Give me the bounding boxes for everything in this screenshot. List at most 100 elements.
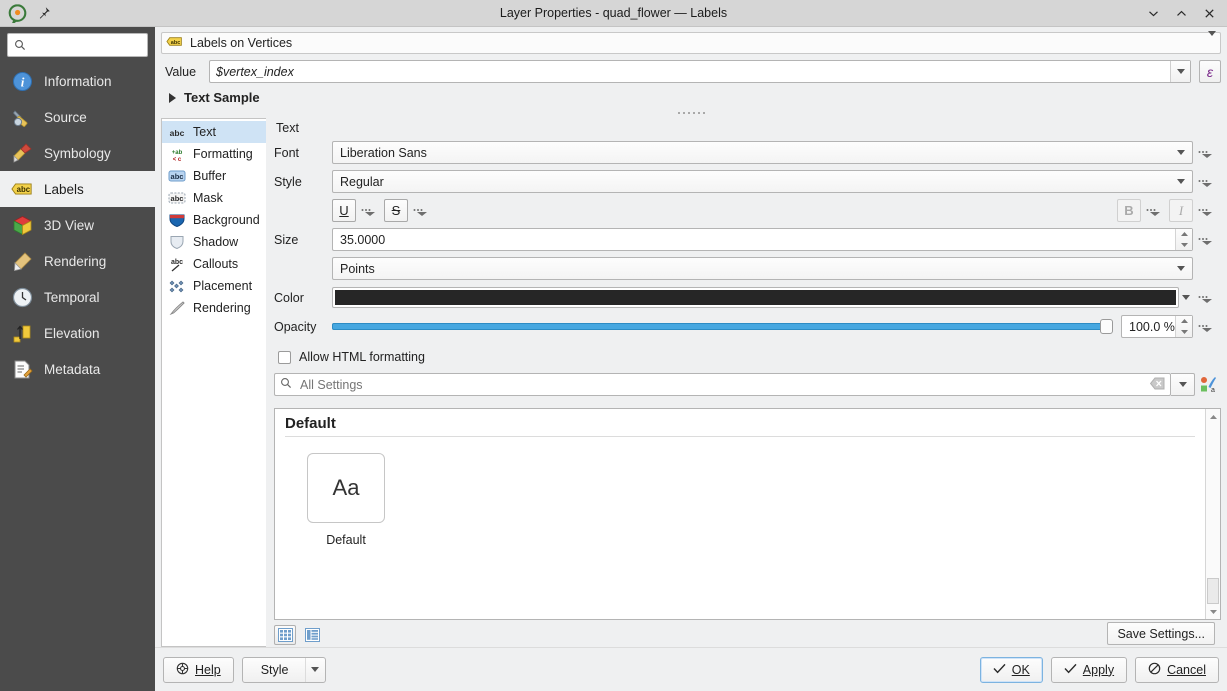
- cancel-button[interactable]: Cancel: [1135, 657, 1219, 683]
- style-search-input[interactable]: [298, 377, 1144, 393]
- maximize-button[interactable]: [1174, 6, 1188, 20]
- opacity-spin-arrows[interactable]: [1175, 316, 1192, 337]
- style-thumbnail-sample: Aa: [333, 475, 360, 501]
- splitter-handle[interactable]: [155, 108, 1227, 118]
- clear-text-icon[interactable]: [1150, 377, 1165, 392]
- text-sample-collapsible[interactable]: Text Sample: [155, 83, 1227, 108]
- grid-view-icon[interactable]: [274, 625, 296, 645]
- underline-button[interactable]: U: [332, 199, 356, 222]
- checkbox-icon[interactable]: [278, 351, 291, 364]
- sidebar-item-elevation[interactable]: Elevation: [0, 315, 155, 351]
- value-field[interactable]: $vertex_index: [209, 60, 1191, 83]
- chevron-down-icon[interactable]: [1208, 36, 1216, 50]
- italic-label: I: [1179, 203, 1183, 219]
- dialog-body: i Information Source: [0, 27, 1227, 691]
- style-filter-dropdown[interactable]: [1171, 373, 1195, 396]
- opacity-slider[interactable]: [332, 315, 1113, 338]
- tab-placement[interactable]: Placement: [162, 275, 266, 297]
- style-browser-panel: Default Aa Default: [274, 408, 1221, 620]
- chevron-down-icon[interactable]: [1170, 258, 1192, 279]
- minimize-button[interactable]: [1146, 6, 1160, 20]
- tab-text[interactable]: abc Text: [162, 121, 266, 143]
- scroll-thumb[interactable]: [1207, 578, 1219, 604]
- style-manager-icon[interactable]: a: [1195, 376, 1221, 393]
- underline-override-button[interactable]: [356, 205, 384, 217]
- style-select[interactable]: Regular: [332, 170, 1193, 193]
- color-button[interactable]: [332, 287, 1179, 308]
- sidebar-item-labels[interactable]: abc Labels: [0, 171, 155, 207]
- size-stepper[interactable]: 35.0000: [332, 228, 1193, 251]
- font-select[interactable]: Liberation Sans: [332, 141, 1193, 164]
- spin-up-icon[interactable]: [1176, 316, 1192, 327]
- svg-text:< c: < c: [173, 157, 182, 162]
- labeling-mode-header[interactable]: abc Labels on Vertices: [161, 32, 1221, 54]
- opacity-stepper[interactable]: 100.0 %: [1121, 315, 1193, 338]
- tab-formatting[interactable]: +ab < c Formatting: [162, 143, 266, 165]
- opacity-override-button[interactable]: [1193, 321, 1221, 333]
- sidebar-item-rendering[interactable]: Rendering: [0, 243, 155, 279]
- tab-buffer[interactable]: abc Buffer: [162, 165, 266, 187]
- layer-properties-window: Layer Properties - quad_flower — Labels: [0, 0, 1227, 691]
- tab-mask[interactable]: abc Mask: [162, 187, 266, 209]
- sidebar-item-information[interactable]: i Information: [0, 63, 155, 99]
- bold-button[interactable]: B: [1117, 199, 1141, 222]
- allow-html-label: Allow HTML formatting: [299, 350, 425, 364]
- search-icon: [14, 39, 26, 51]
- strikethrough-override-button[interactable]: [408, 205, 436, 217]
- scroll-up-icon[interactable]: [1206, 409, 1220, 424]
- sidebar-item-symbology[interactable]: Symbology: [0, 135, 155, 171]
- style-thumbnail[interactable]: Aa: [307, 453, 385, 523]
- color-override-button[interactable]: [1193, 292, 1221, 304]
- size-spin-arrows[interactable]: [1175, 229, 1192, 250]
- chevron-down-icon[interactable]: [1170, 61, 1190, 82]
- save-settings-button[interactable]: Save Settings...: [1107, 622, 1215, 645]
- list-view-icon[interactable]: [301, 625, 323, 645]
- italic-button[interactable]: I: [1169, 199, 1193, 222]
- close-button[interactable]: [1202, 6, 1216, 20]
- sidebar-search-box[interactable]: [7, 33, 148, 57]
- strikethrough-button[interactable]: S: [384, 199, 408, 222]
- font-row: Font Liberation Sans: [274, 141, 1221, 164]
- text-format-tablist: abc Text +ab < c Formatting: [161, 118, 266, 647]
- italic-override-button[interactable]: [1193, 205, 1221, 217]
- chevron-down-icon[interactable]: [1170, 171, 1192, 192]
- apply-button[interactable]: Apply: [1051, 657, 1127, 683]
- spin-down-icon[interactable]: [1176, 240, 1192, 251]
- sidebar-item-3d-view[interactable]: 3D View: [0, 207, 155, 243]
- style-menu-button[interactable]: Style: [242, 657, 326, 683]
- sidebar-search-input[interactable]: [31, 37, 141, 53]
- sidebar-item-temporal[interactable]: Temporal: [0, 279, 155, 315]
- value-label: Value: [165, 65, 201, 79]
- color-row: Color: [274, 286, 1221, 309]
- bold-override-button[interactable]: [1141, 205, 1169, 217]
- chevron-down-icon[interactable]: [1170, 142, 1192, 163]
- chevron-down-icon[interactable]: [305, 658, 325, 682]
- tab-callouts[interactable]: abc Callouts: [162, 253, 266, 275]
- size-override-button[interactable]: [1193, 234, 1221, 246]
- pin-icon[interactable]: [37, 6, 51, 20]
- sidebar-item-source[interactable]: Source: [0, 99, 155, 135]
- style-search-box[interactable]: [274, 373, 1171, 396]
- size-unit-select[interactable]: Points: [332, 257, 1193, 280]
- tab-rendering[interactable]: Rendering: [162, 297, 266, 319]
- slider-knob[interactable]: [1100, 319, 1113, 334]
- scroll-down-icon[interactable]: [1206, 604, 1220, 619]
- font-override-button[interactable]: [1193, 147, 1221, 159]
- allow-html-row[interactable]: Allow HTML formatting: [278, 350, 1221, 364]
- style-value: Regular: [333, 175, 391, 189]
- scroll-track[interactable]: [1206, 424, 1220, 604]
- check-icon: [993, 663, 1006, 677]
- spin-up-icon[interactable]: [1176, 229, 1192, 240]
- color-dropdown-button[interactable]: [1179, 286, 1193, 309]
- bold-label: B: [1124, 203, 1133, 218]
- style-browser-scrollbar[interactable]: [1205, 409, 1220, 619]
- spin-down-icon[interactable]: [1176, 327, 1192, 338]
- tab-background[interactable]: Background: [162, 209, 266, 231]
- expression-button[interactable]: ε: [1199, 60, 1221, 83]
- ok-button[interactable]: OK: [980, 657, 1043, 683]
- help-button[interactable]: Help: [163, 657, 234, 683]
- sidebar-item-metadata[interactable]: Metadata: [0, 351, 155, 387]
- tab-shadow[interactable]: Shadow: [162, 231, 266, 253]
- style-override-button[interactable]: [1193, 176, 1221, 188]
- size-value: 35.0000: [333, 233, 392, 247]
